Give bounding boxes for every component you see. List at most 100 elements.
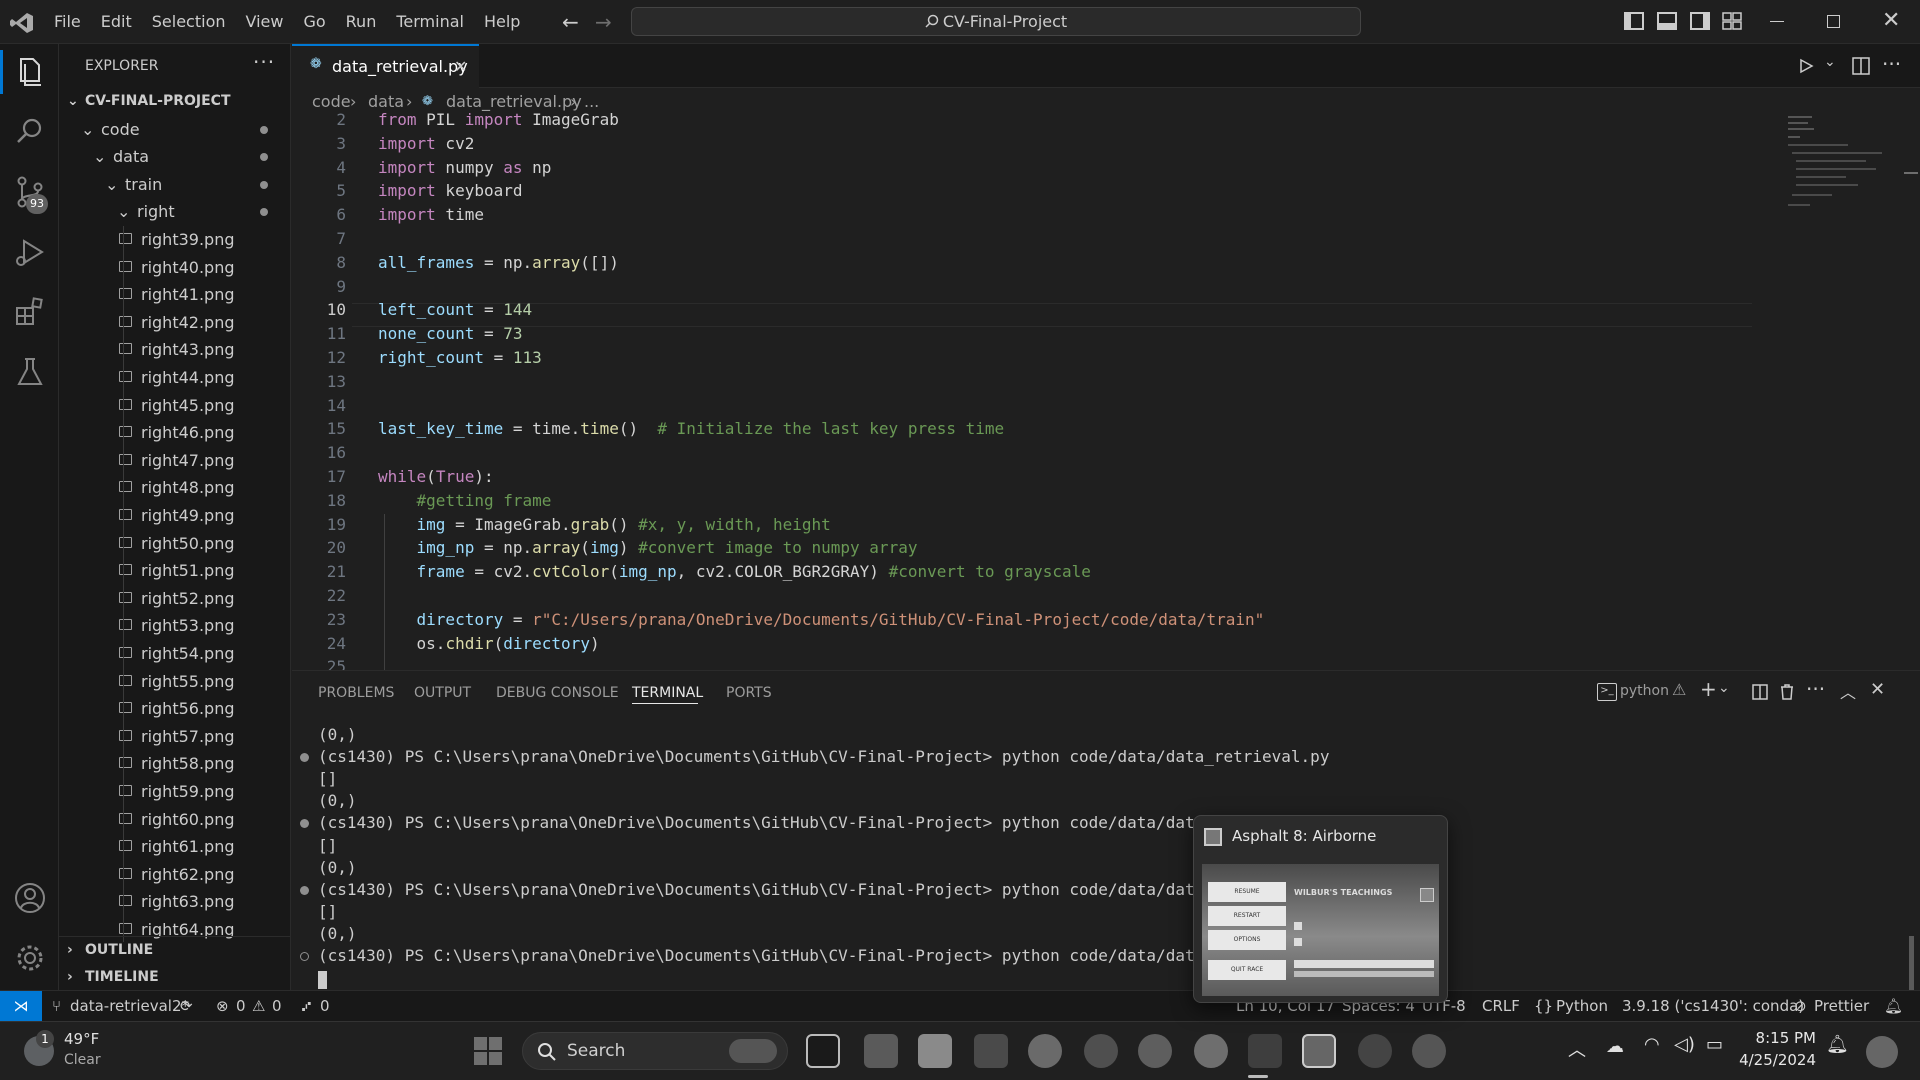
breadcrumb-file[interactable]: data_retrieval.py bbox=[446, 88, 582, 115]
tab-problems[interactable]: PROBLEMS bbox=[318, 671, 394, 715]
store-icon[interactable] bbox=[974, 1034, 1008, 1068]
file-item[interactable]: right47.png bbox=[59, 447, 290, 474]
file-item[interactable]: right51.png bbox=[59, 557, 290, 584]
sync-icon[interactable]: ⟳ bbox=[180, 991, 193, 1021]
file-item[interactable]: right44.png bbox=[59, 364, 290, 391]
windows-start-icon[interactable] bbox=[473, 1036, 503, 1066]
toggle-primary-sidebar-icon[interactable] bbox=[1624, 12, 1644, 30]
folder-train[interactable]: ⌄ train bbox=[59, 171, 290, 198]
taskbar-search[interactable]: Search bbox=[522, 1032, 788, 1070]
file-item[interactable]: right55.png bbox=[59, 668, 290, 695]
file-item[interactable]: right60.png bbox=[59, 806, 290, 833]
file-item[interactable]: right52.png bbox=[59, 585, 290, 612]
minimap[interactable] bbox=[1788, 116, 1898, 236]
breadcrumb-data[interactable]: data bbox=[368, 88, 404, 115]
menu-edit[interactable]: Edit bbox=[91, 0, 142, 44]
close-panel-icon[interactable]: ✕ bbox=[1870, 679, 1885, 700]
split-terminal-icon[interactable] bbox=[1752, 684, 1768, 700]
maximize-icon[interactable] bbox=[1827, 15, 1840, 28]
ports-count[interactable]: 0 bbox=[320, 991, 330, 1021]
settings-icon[interactable] bbox=[1194, 1034, 1228, 1068]
project-root[interactable]: ⌄ CV-FINAL-PROJECT bbox=[59, 88, 290, 115]
split-editor-icon[interactable] bbox=[1852, 57, 1870, 75]
outline-section[interactable]: › OUTLINE bbox=[59, 937, 290, 964]
close-tab-icon[interactable]: ✕ bbox=[454, 46, 467, 88]
more-actions-icon[interactable]: ··· bbox=[253, 50, 275, 74]
clock-date[interactable]: 4/25/2024 bbox=[1736, 1051, 1816, 1069]
asphalt-taskbar-icon[interactable] bbox=[1302, 1034, 1336, 1068]
tab-data-retrieval[interactable]: ❁ data_retrieval.py ✕ bbox=[292, 44, 479, 88]
file-item[interactable]: right56.png bbox=[59, 695, 290, 722]
python-interpreter[interactable]: 3.9.18 ('cs1430': conda) bbox=[1622, 991, 1804, 1021]
toggle-panel-icon[interactable] bbox=[1657, 12, 1677, 30]
chevron-up-icon[interactable]: ︿ bbox=[1568, 1036, 1586, 1062]
toggle-secondary-sidebar-icon[interactable] bbox=[1690, 12, 1710, 30]
customize-layout-icon[interactable] bbox=[1722, 12, 1742, 30]
trash-icon[interactable] bbox=[1779, 683, 1795, 701]
file-item[interactable]: right63.png bbox=[59, 888, 290, 915]
more-actions-icon[interactable]: ··· bbox=[1806, 677, 1825, 701]
minimize-icon[interactable] bbox=[1770, 21, 1784, 22]
command-status-dot[interactable] bbox=[300, 885, 309, 895]
file-item[interactable]: right43.png bbox=[59, 336, 290, 363]
scrollbar-thumb[interactable] bbox=[1904, 172, 1918, 174]
shell-name[interactable]: python bbox=[1620, 683, 1669, 699]
line-ending[interactable]: CRLF bbox=[1482, 991, 1520, 1021]
file-item[interactable]: right48.png bbox=[59, 474, 290, 501]
file-item[interactable]: right39.png bbox=[59, 226, 290, 253]
taskbar-preview-popup[interactable]: Asphalt 8: Airborne RESUME RESTART OPTIO… bbox=[1193, 815, 1448, 1003]
profile-app-icon[interactable] bbox=[1084, 1034, 1118, 1068]
language-mode[interactable]: Python bbox=[1556, 991, 1608, 1021]
edge-icon[interactable] bbox=[1138, 1034, 1172, 1068]
run-file-icon[interactable] bbox=[1798, 58, 1814, 74]
menu-view[interactable]: View bbox=[236, 0, 294, 44]
error-count[interactable]: 0 bbox=[236, 991, 246, 1021]
extensions-icon[interactable] bbox=[12, 294, 48, 330]
file-item[interactable]: right62.png bbox=[59, 861, 290, 888]
chevron-down-icon[interactable]: ⌄ bbox=[1718, 680, 1730, 696]
file-item[interactable]: right49.png bbox=[59, 502, 290, 529]
command-status-dot[interactable] bbox=[300, 819, 309, 829]
notifications-bell-icon[interactable]: 🔔︎ bbox=[1884, 991, 1903, 1021]
run-debug-icon[interactable] bbox=[12, 234, 48, 270]
command-status-dot[interactable] bbox=[300, 753, 309, 763]
command-status-dot[interactable] bbox=[300, 952, 309, 961]
volume-icon[interactable]: ◁) bbox=[1674, 1034, 1695, 1055]
menu-go[interactable]: Go bbox=[293, 0, 335, 44]
breadcrumb-code[interactable]: code bbox=[312, 88, 351, 115]
testing-flask-icon[interactable] bbox=[12, 354, 48, 390]
branch-name[interactable]: data-retrieval2* bbox=[70, 991, 189, 1021]
tab-ports[interactable]: PORTS bbox=[726, 671, 772, 715]
new-terminal-icon[interactable]: + bbox=[1700, 677, 1717, 701]
weather-condition[interactable]: Clear bbox=[64, 1052, 101, 1068]
teams-icon[interactable] bbox=[864, 1034, 898, 1068]
file-item[interactable]: right40.png bbox=[59, 254, 290, 281]
settings-gear-icon[interactable] bbox=[12, 940, 48, 976]
clock-time[interactable]: 8:15 PM bbox=[1750, 1029, 1816, 1047]
maximize-panel-icon[interactable]: ︿ bbox=[1840, 679, 1856, 703]
file-item[interactable]: right42.png bbox=[59, 309, 290, 336]
widget-avatar-icon[interactable] bbox=[1866, 1036, 1898, 1068]
app-icon-1[interactable] bbox=[806, 1034, 840, 1068]
menu-file[interactable]: File bbox=[44, 0, 91, 44]
window-thumbnail[interactable]: RESUME RESTART OPTIONS QUIT RACE WILBUR'… bbox=[1202, 864, 1439, 996]
file-item[interactable]: right59.png bbox=[59, 778, 290, 805]
search-sidebar-icon[interactable] bbox=[12, 114, 48, 150]
menu-help[interactable]: Help bbox=[474, 0, 530, 44]
menu-run[interactable]: Run bbox=[336, 0, 387, 44]
account-icon[interactable] bbox=[12, 880, 48, 916]
explorer-icon[interactable] bbox=[12, 54, 48, 90]
file-item[interactable]: right61.png bbox=[59, 833, 290, 860]
close-window-icon[interactable]: ✕ bbox=[1882, 8, 1900, 33]
forward-arrow-icon[interactable]: → bbox=[595, 10, 612, 34]
app-icon-2[interactable] bbox=[1358, 1034, 1392, 1068]
folder-right[interactable]: ⌄ right bbox=[59, 198, 290, 225]
vscode-taskbar-icon[interactable] bbox=[1248, 1034, 1282, 1068]
weather-temp[interactable]: 49°F bbox=[64, 1030, 99, 1048]
more-actions-icon[interactable]: ··· bbox=[1882, 52, 1901, 76]
github-icon[interactable] bbox=[1412, 1034, 1446, 1068]
tab-output[interactable]: OUTPUT bbox=[414, 671, 471, 715]
menu-terminal[interactable]: Terminal bbox=[386, 0, 474, 44]
dell-icon[interactable] bbox=[1028, 1034, 1062, 1068]
tab-debug-console[interactable]: DEBUG CONSOLE bbox=[496, 671, 619, 715]
